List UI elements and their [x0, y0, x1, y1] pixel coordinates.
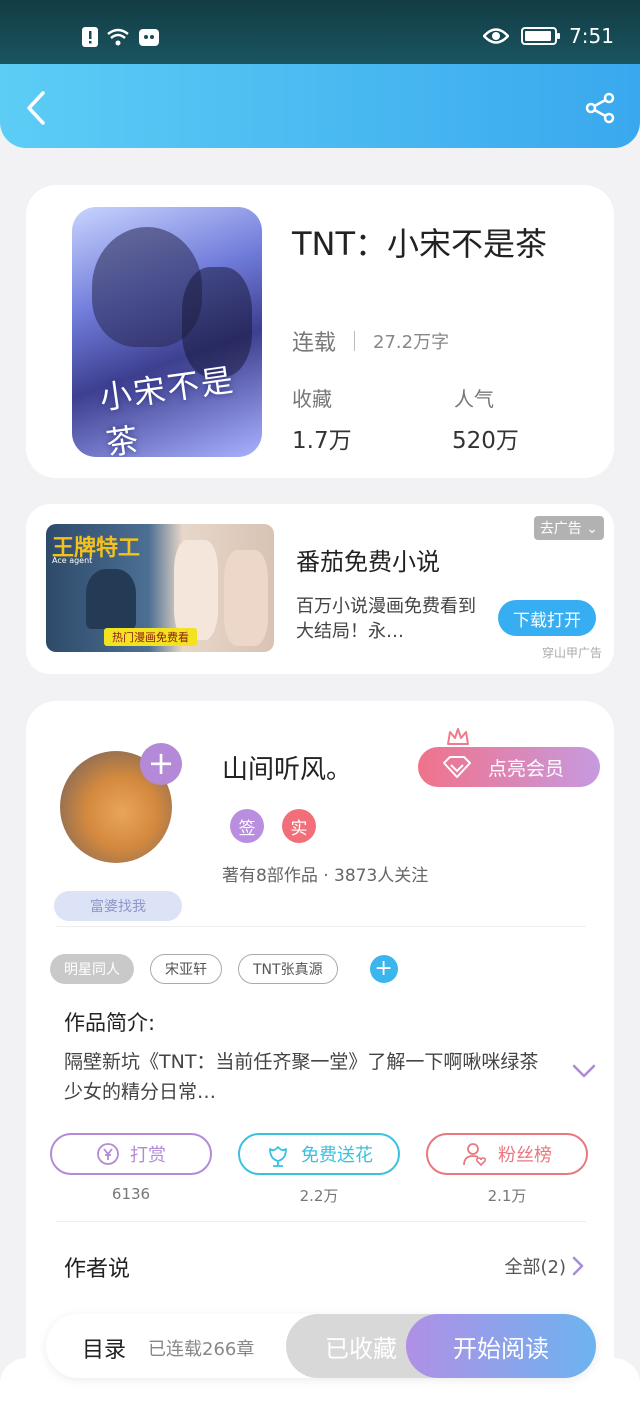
ad-figure [86, 569, 136, 629]
popularity-value: 520万 [452, 428, 519, 454]
author-name[interactable]: 山间听风。 [222, 749, 352, 786]
tag-list: 明星同人 宋亚轩 TNT张真源 + [50, 954, 398, 984]
expand-intro-button[interactable] [572, 1063, 596, 1083]
diamond-icon [443, 756, 471, 778]
ad-image-banner: 热门漫画免费看 [104, 628, 197, 646]
fan-count: 2.1万 [487, 1187, 527, 1205]
chevron-down-icon: ⌄ [586, 521, 598, 537]
chapter-count: 已连载266章 [148, 1339, 255, 1360]
reward-count: 6136 [111, 1185, 151, 1203]
intro-text: 隔壁新坑《TNT：当前任齐聚一堂》了解一下啊啾咪绿茶少女的精分日常… [64, 1051, 539, 1103]
start-reading-button[interactable]: 开始阅读 [406, 1314, 596, 1378]
ad-figure [224, 550, 268, 646]
bottom-action-bar: 目录 已连载266章 已收藏 开始阅读 [46, 1314, 596, 1378]
alert-icon [82, 27, 98, 47]
fan-ranking-label: 粉丝榜 [498, 1145, 552, 1166]
chevron-down-icon [572, 1064, 596, 1078]
ad-description: 百万小说漫画免费看到大结局！永… [296, 596, 476, 642]
book-info-card: 小宋不是茶 TNT：小宋不是茶 连载 27.2万字 收藏 1.7万 人气 520… [26, 185, 614, 478]
cover-title: 小宋不是茶 [97, 360, 238, 457]
add-tag-button[interactable]: + [369, 955, 398, 983]
fan-ranking-button[interactable]: 粉丝榜 [426, 1133, 588, 1175]
follow-author-button[interactable]: + [140, 743, 182, 785]
book-meta: 连载 27.2万字 [292, 325, 449, 357]
share-icon [585, 92, 615, 124]
remove-ad-label: 去广告 [539, 521, 582, 537]
favorites-value: 1.7万 [292, 428, 352, 454]
ad-image-subtitle: Ace agent [52, 556, 93, 565]
ad-image[interactable]: 王牌特工 Ace agent 热门漫画免费看 [46, 524, 274, 652]
send-flower-label: 免费送花 [301, 1145, 373, 1166]
tag-item[interactable]: TNT张真源 [238, 954, 338, 984]
ad-card[interactable]: 王牌特工 Ace agent 热门漫画免费看 去广告 ⌄ 番茄免费小说 百万小说… [26, 504, 614, 674]
table-of-contents-button[interactable]: 目录 [82, 1332, 126, 1364]
intro-label: 作品简介: [64, 1011, 156, 1035]
popularity-label: 人气 [454, 387, 494, 411]
divider [56, 926, 586, 927]
book-cover[interactable]: 小宋不是茶 [72, 207, 262, 457]
vip-button[interactable]: 点亮会员 [418, 747, 600, 787]
clock: 7:51 [569, 24, 614, 48]
tag-item[interactable]: 明星同人 [50, 954, 134, 984]
reward-label: 打赏 [130, 1145, 166, 1166]
eye-comfort-icon [483, 28, 510, 44]
author-say-all-button[interactable]: 全部(2) [505, 1253, 585, 1279]
author-say-all-label: 全部(2) [504, 1257, 567, 1278]
book-title: TNT：小宋不是茶 [292, 225, 548, 263]
reward-button[interactable]: 打赏 [50, 1133, 212, 1175]
status-icons-left [82, 26, 160, 48]
download-open-button[interactable]: 下载打开 [498, 600, 596, 636]
send-flower-button[interactable]: 免费送花 [238, 1133, 400, 1175]
header-bar [0, 64, 640, 148]
yen-coin-icon [97, 1143, 119, 1165]
battery-icon [521, 27, 561, 45]
ad-source: 穿山甲广告 [541, 646, 602, 660]
crown-icon [447, 728, 469, 745]
serial-status: 连载 [292, 331, 337, 356]
ad-figure [174, 540, 218, 640]
author-say-label: 作者说 [64, 1257, 131, 1282]
remove-ad-button[interactable]: 去广告 ⌄ [533, 516, 604, 540]
author-stats: 著有8部作品 · 3873人关注 [222, 866, 429, 886]
back-button[interactable] [16, 88, 56, 128]
share-button[interactable] [580, 88, 620, 128]
vip-button-label: 点亮会员 [488, 757, 565, 780]
signed-badge: 签 [230, 809, 264, 843]
verified-badge: 实 [282, 809, 316, 843]
tag-item[interactable]: 宋亚轩 [150, 954, 222, 984]
flower-icon [269, 1146, 287, 1167]
fan-tag: 富婆找我 [54, 891, 182, 921]
status-bar: 7:51 [0, 0, 640, 64]
word-count: 27.2万字 [373, 332, 450, 353]
meta-divider [354, 331, 356, 351]
divider [56, 1221, 586, 1222]
flower-count: 2.2万 [299, 1187, 339, 1205]
user-heart-icon [463, 1143, 487, 1167]
ad-title: 番茄免费小说 [296, 548, 440, 576]
chevron-right-icon [572, 1256, 584, 1276]
status-icons-right: 7:51 [483, 24, 614, 48]
favorites-label: 收藏 [292, 387, 332, 411]
chevron-left-icon [27, 91, 45, 125]
app-notification-icon [139, 29, 159, 46]
wifi-icon [107, 28, 129, 46]
